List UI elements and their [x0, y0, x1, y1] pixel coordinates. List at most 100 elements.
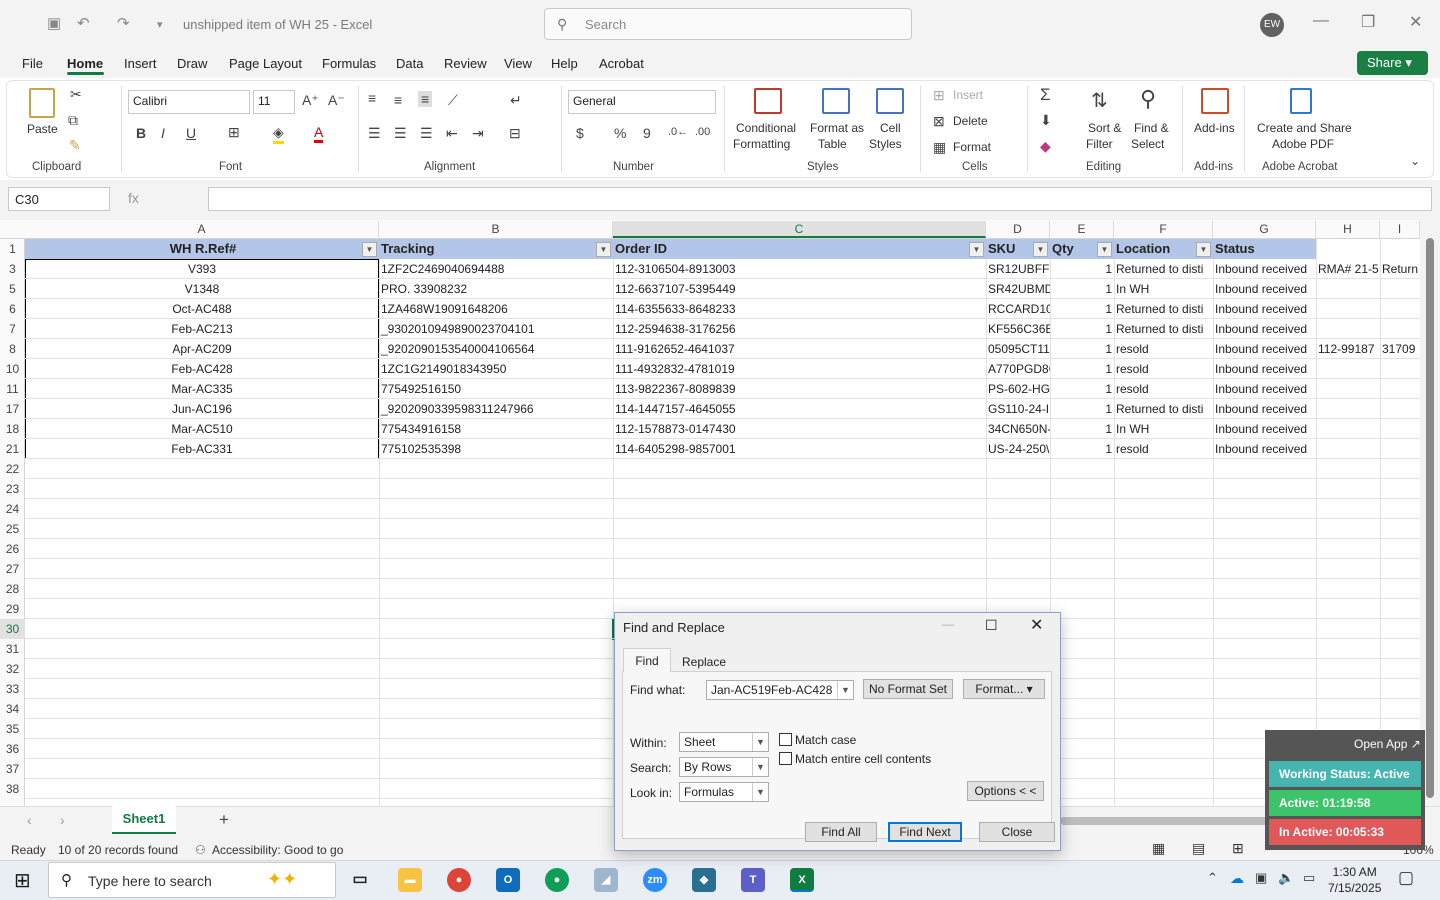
cell-location[interactable]: resold [1114, 439, 1213, 459]
wrap-text-icon[interactable]: ↵ [510, 92, 522, 109]
cell-styles-icon[interactable] [876, 88, 904, 114]
fill-color-icon[interactable]: ◈ [273, 124, 284, 144]
format-cells-icon[interactable]: ▦ [933, 139, 946, 156]
cell-i[interactable] [1380, 399, 1420, 419]
currency-icon[interactable]: $ [576, 125, 584, 141]
row-header[interactable]: 32 [0, 659, 25, 679]
cell-i[interactable] [1380, 319, 1420, 339]
chevron-down-icon[interactable]: ▼ [837, 681, 853, 699]
chrome-icon[interactable]: ● [447, 868, 471, 892]
prev-sheet-icon[interactable]: ‹ [27, 812, 32, 828]
row-header[interactable]: 11 [0, 379, 25, 399]
sort-filter-label-2[interactable]: Filter [1086, 137, 1113, 151]
row-header[interactable]: 33 [0, 679, 25, 699]
vertical-scrollbar[interactable] [1420, 220, 1440, 810]
teams-icon[interactable]: T [741, 868, 765, 892]
redo-icon[interactable]: ↷ [117, 14, 130, 32]
cell-i[interactable] [1380, 379, 1420, 399]
onedrive-icon[interactable]: ☁ [1230, 870, 1244, 887]
cell-i[interactable] [1380, 359, 1420, 379]
cell-h[interactable]: RMA# 21-5 [1316, 259, 1380, 279]
system-tray-icon[interactable]: ▣ [1255, 870, 1267, 886]
borders-icon[interactable]: ⊞ [228, 124, 240, 141]
cell-location[interactable]: Returned to disti [1114, 259, 1213, 279]
notifications-icon[interactable]: ▢ [1398, 868, 1414, 888]
percent-icon[interactable]: % [614, 125, 626, 141]
header-wh-ref[interactable]: WH R.Ref# [25, 239, 379, 259]
cell-i[interactable] [1380, 279, 1420, 299]
bottom-align-icon[interactable]: ≡ [418, 91, 433, 107]
row-header[interactable]: 25 [0, 519, 25, 539]
find-next-button[interactable]: Find Next [888, 822, 962, 842]
insert-cells-label[interactable]: Insert [953, 88, 983, 102]
delete-cells-icon[interactable]: ⊠ [933, 113, 945, 130]
row-header[interactable]: 3 [0, 259, 25, 279]
middle-align-icon[interactable]: ≡ [394, 92, 402, 108]
name-box[interactable]: C30 [8, 187, 110, 211]
cell-wh-ref[interactable]: Feb-AC213 [25, 319, 379, 339]
cell-i[interactable] [1380, 439, 1420, 459]
cell-location[interactable]: Returned to disti [1114, 299, 1213, 319]
tab-data[interactable]: Data [396, 56, 423, 71]
row-header[interactable]: 7 [0, 319, 25, 339]
cell-qty[interactable]: 1 [1050, 299, 1114, 319]
font-size-select[interactable]: 11 [253, 90, 295, 114]
look-in-select[interactable]: Formulas ▼ [679, 782, 769, 802]
add-ins-icon[interactable] [1201, 88, 1229, 114]
clock[interactable]: 1:30 AM 7/15/2025 [1328, 864, 1381, 896]
cell-order-id[interactable]: 114-6355633-8648233 [613, 299, 986, 319]
cell-styles-label-1[interactable]: Cell [880, 121, 901, 135]
page-layout-view-icon[interactable]: ▤ [1192, 840, 1205, 857]
excel-taskbar-icon[interactable]: X [790, 868, 814, 892]
column-header-d[interactable]: D [986, 221, 1050, 238]
row-header[interactable]: 34 [0, 699, 25, 719]
column-header-f[interactable]: F [1114, 221, 1213, 238]
match-entire-label[interactable]: Match entire cell contents [795, 752, 931, 766]
app-icon[interactable]: ◢ [594, 868, 618, 892]
row-header[interactable]: 29 [0, 599, 25, 619]
cell-qty[interactable]: 1 [1050, 279, 1114, 299]
row-header[interactable]: 26 [0, 539, 25, 559]
cell-location[interactable]: In WH [1114, 279, 1213, 299]
match-case-label[interactable]: Match case [795, 733, 856, 747]
row-header[interactable]: 36 [0, 739, 25, 759]
bold-icon[interactable]: B [136, 125, 146, 141]
show-hidden-icons-icon[interactable]: ⌃ [1207, 870, 1218, 886]
row-header[interactable]: 18 [0, 419, 25, 439]
cell-status[interactable]: Inbound received [1213, 259, 1316, 279]
file-explorer-icon[interactable]: ▬ [398, 868, 422, 892]
cell-sku[interactable]: US-24-250\ [986, 439, 1050, 459]
tab-file[interactable]: File [22, 56, 43, 71]
row-header[interactable]: 23 [0, 479, 25, 499]
row-header[interactable]: 27 [0, 559, 25, 579]
dialog-close-icon[interactable]: ✕ [1030, 615, 1043, 635]
cell-location[interactable]: In WH [1114, 419, 1213, 439]
search-order-select[interactable]: By Rows ▼ [679, 757, 769, 777]
decrease-decimal-icon[interactable]: .00 [695, 126, 710, 138]
cell-tracking[interactable]: 775102535398 [379, 439, 613, 459]
customize-qat-icon[interactable]: ▾ [157, 18, 163, 31]
status-accessibility[interactable]: Accessibility: Good to go [212, 843, 343, 857]
conditional-formatting-icon[interactable] [754, 88, 782, 114]
row-header[interactable]: 24 [0, 499, 25, 519]
format-as-table-label-1[interactable]: Format as [810, 121, 864, 135]
cell-status[interactable]: Inbound received [1213, 359, 1316, 379]
cell-order-id[interactable]: 114-1447157-4645055 [613, 399, 986, 419]
find-select-icon[interactable]: ⚲ [1140, 86, 1156, 112]
insert-cells-icon[interactable]: ⊞ [933, 87, 945, 104]
format-cells-label[interactable]: Format [953, 140, 991, 154]
taskbar-search[interactable]: ⚲ Type here to search ✦✦ [48, 862, 336, 898]
cell-order-id[interactable]: 112-1578873-0147430 [613, 419, 986, 439]
cell-status[interactable]: Inbound received [1213, 319, 1316, 339]
cell-status[interactable]: Inbound received [1213, 339, 1316, 359]
cell-status[interactable]: Inbound received [1213, 379, 1316, 399]
cell-wh-ref[interactable]: Jun-AC196 [25, 399, 379, 419]
chevron-down-icon[interactable]: ▼ [752, 783, 768, 801]
cell-h[interactable] [1316, 439, 1380, 459]
tab-acrobat[interactable]: Acrobat [599, 56, 644, 71]
cell-order-id[interactable]: 112-2594638-3176256 [613, 319, 986, 339]
filter-dropdown-icon[interactable]: ▼ [1196, 242, 1211, 257]
cell-wh-ref[interactable]: V1348 [25, 279, 379, 299]
cell-wh-ref[interactable]: Feb-AC331 [25, 439, 379, 459]
comma-icon[interactable]: 9 [643, 125, 651, 141]
